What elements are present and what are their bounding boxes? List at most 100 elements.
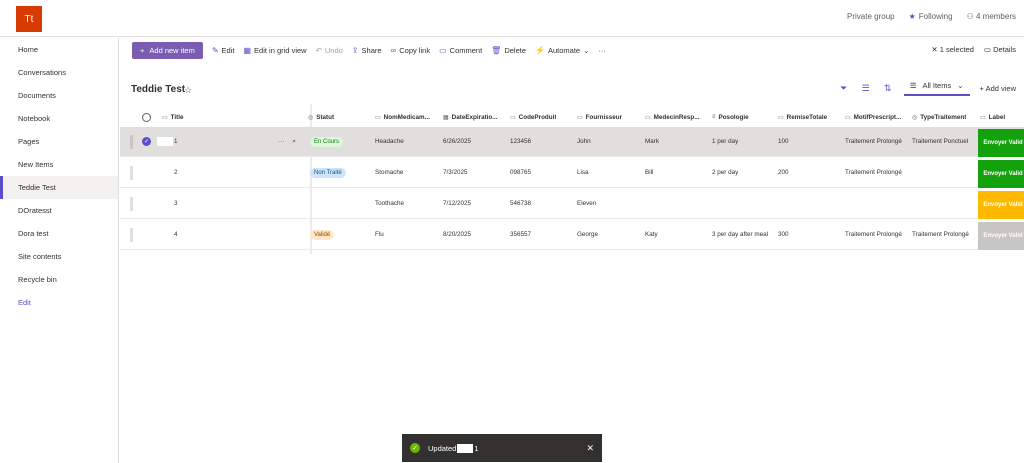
drag-handle[interactable] <box>130 189 133 218</box>
comment-icon[interactable]: ⌕ <box>292 138 296 146</box>
nommedicament-cell[interactable]: Flu <box>375 220 384 249</box>
filter-icon[interactable]: ⏷ <box>838 83 850 94</box>
add-view-button[interactable]: + Add view <box>980 84 1017 93</box>
more-options-icon[interactable]: ··· <box>278 138 284 145</box>
drag-handle[interactable] <box>130 220 133 249</box>
statut-cell[interactable]: Non Traité <box>310 158 346 187</box>
table-row[interactable]: ✓ 1 ··· ⌕ En Cours Headache 6/26/2025 123… <box>120 127 1024 157</box>
sidebar-item-site-contents[interactable]: Site contents <box>0 245 118 268</box>
sidebar-item-pages[interactable]: Pages <box>0 130 118 153</box>
title-cell[interactable]: 2 <box>157 158 178 187</box>
delete-button[interactable]: 🗑 Delete <box>491 46 526 55</box>
nommedicament-cell[interactable]: Headache <box>375 127 404 156</box>
row-checkbox[interactable]: ✓ <box>142 127 151 156</box>
fournisseur-cell[interactable]: George <box>577 220 598 249</box>
sidebar-item-notebook[interactable]: Notebook <box>0 107 118 130</box>
nommedicament-cell[interactable]: Stomache <box>375 158 403 187</box>
column-header-remisetotale[interactable]: ▭ RemiseTotale <box>778 108 827 126</box>
title-cell[interactable]: 1 <box>157 127 178 156</box>
label-button[interactable]: Envoyer Valid <box>978 160 1024 188</box>
column-header-typetraitement[interactable]: ◎ TypeTraitement <box>912 108 966 126</box>
nommedicament-cell[interactable]: Toothache <box>375 189 404 218</box>
list-title[interactable]: Teddie Test <box>131 84 185 95</box>
drag-handle[interactable] <box>130 127 133 156</box>
sidebar-edit-link[interactable]: Edit <box>0 291 118 314</box>
statut-cell[interactable]: Validé <box>310 220 335 249</box>
statut-cell[interactable]: En Cours <box>310 127 344 156</box>
sidebar-item-doratesst[interactable]: DOratesst <box>0 199 118 222</box>
details-button[interactable]: ▭ Details <box>984 45 1016 54</box>
edit-grid-button[interactable]: ▦ Edit in grid view <box>243 46 306 55</box>
fournisseur-cell[interactable]: John <box>577 127 591 156</box>
undo-button[interactable]: ↶ Undo <box>316 46 343 55</box>
share-button[interactable]: ⇪ Share <box>352 46 382 55</box>
table-row[interactable]: 3 Toothache 7/12/2025 546738 Eleven Envo… <box>120 189 1024 219</box>
motif-cell[interactable]: Traitement Prolongé <box>845 220 902 249</box>
edit-button[interactable]: ✎ Edit <box>212 46 235 55</box>
posologie-cell[interactable]: 3 per day after meal <box>712 220 768 249</box>
sidebar-item-documents[interactable]: Documents <box>0 84 118 107</box>
site-logo[interactable]: Tt <box>16 6 42 32</box>
favorite-star-icon[interactable]: ☆ <box>184 85 192 96</box>
label-button[interactable]: Envoyer Valid <box>978 222 1024 250</box>
group-by-icon[interactable]: ☰ <box>860 83 872 94</box>
remise-cell[interactable]: 200 <box>778 158 789 187</box>
title-cell[interactable]: 3 <box>157 189 178 218</box>
table-row[interactable]: 4 Validé Flu 8/20/2025 356557 George Kat… <box>120 220 1024 250</box>
sidebar-item-new-items[interactable]: New Items <box>0 153 118 176</box>
sidebar-item-conversations[interactable]: Conversations <box>0 61 118 84</box>
automate-button[interactable]: ⚡ Automate ⌄ <box>535 46 589 55</box>
column-header-codeproduit[interactable]: ▭ CodeProduit <box>510 108 556 126</box>
sort-icon[interactable]: ⇅ <box>882 83 894 94</box>
fournisseur-cell[interactable]: Lisa <box>577 158 589 187</box>
column-header-dateexpiration[interactable]: ▦ DateExpiratio... <box>443 108 498 126</box>
medecin-cell[interactable]: Bill <box>645 158 653 187</box>
remise-cell[interactable]: 300 <box>778 220 789 249</box>
select-all-checkbox[interactable] <box>142 108 151 126</box>
sidebar-item-home[interactable]: Home <box>0 38 118 61</box>
dateexpiration-cell[interactable]: 6/26/2025 <box>443 127 471 156</box>
title-cell[interactable]: 4 <box>157 220 178 249</box>
column-header-posologie[interactable]: ≡ Posologie <box>712 108 749 126</box>
view-selector[interactable]: ☰ All Items ⌄ <box>903 81 970 96</box>
motif-cell[interactable]: Traitement Prolongé <box>845 127 902 156</box>
members-button[interactable]: ⚇ 4 members <box>967 12 1016 21</box>
codeproduit-cell[interactable]: 546738 <box>510 189 531 218</box>
column-header-label[interactable]: ▭ Label <box>980 108 1005 126</box>
posologie-cell[interactable]: 1 per day <box>712 127 738 156</box>
medecin-cell[interactable]: Katy <box>645 220 658 249</box>
table-row[interactable]: 2 Non Traité Stomache 7/3/2025 098765 Li… <box>120 158 1024 188</box>
more-commands-button[interactable]: ··· <box>598 46 606 55</box>
medecin-cell[interactable]: Mark <box>645 127 659 156</box>
dateexpiration-cell[interactable]: 8/20/2025 <box>443 220 471 249</box>
remise-cell[interactable]: 100 <box>778 127 789 156</box>
sidebar-item-dora-test[interactable]: Dora test <box>0 222 118 245</box>
label-button[interactable]: Envoyer Valid <box>978 129 1024 157</box>
add-new-item-button[interactable]: + Add new item <box>132 41 203 59</box>
column-header-title[interactable]: ▭ Title <box>162 108 184 126</box>
close-icon[interactable]: ✕ <box>586 443 594 454</box>
sidebar-item-teddie-test[interactable]: Teddie Test <box>0 176 118 199</box>
motif-cell[interactable]: Traitement Prolongé <box>845 158 902 187</box>
drag-handle[interactable] <box>130 158 133 187</box>
column-header-fournisseur[interactable]: ▭ Fournisseur <box>577 108 622 126</box>
fournisseur-cell[interactable]: Eleven <box>577 189 596 218</box>
clear-selection-button[interactable]: ✕ 1 selected <box>931 45 974 54</box>
column-header-statut[interactable]: ◎ Statut <box>308 108 334 126</box>
label-button[interactable]: Envoyer Valid <box>978 191 1024 219</box>
sidebar-item-recycle-bin[interactable]: Recycle bin <box>0 268 118 291</box>
dateexpiration-cell[interactable]: 7/3/2025 <box>443 158 468 187</box>
column-header-motifprescription[interactable]: ▭ MotifPrescript... <box>845 108 901 126</box>
copy-link-button[interactable]: ∞ Copy link <box>391 46 431 55</box>
column-header-nommedicament[interactable]: ▭ NomMedicam... <box>375 108 430 126</box>
codeproduit-cell[interactable]: 098765 <box>510 158 531 187</box>
typetraitement-cell[interactable]: Traitement Ponctuel <box>912 127 968 156</box>
following-button[interactable]: ★ Following <box>909 12 953 21</box>
codeproduit-cell[interactable]: 123456 <box>510 127 531 156</box>
posologie-cell[interactable]: 2 per day <box>712 158 738 187</box>
column-header-medecinresponsable[interactable]: ▭ MedecinResp... <box>645 108 700 126</box>
codeproduit-cell[interactable]: 356557 <box>510 220 531 249</box>
typetraitement-cell[interactable]: Traitement Prolongé <box>912 220 969 249</box>
dateexpiration-cell[interactable]: 7/12/2025 <box>443 189 471 218</box>
comment-button[interactable]: ▭ Comment <box>439 46 482 55</box>
